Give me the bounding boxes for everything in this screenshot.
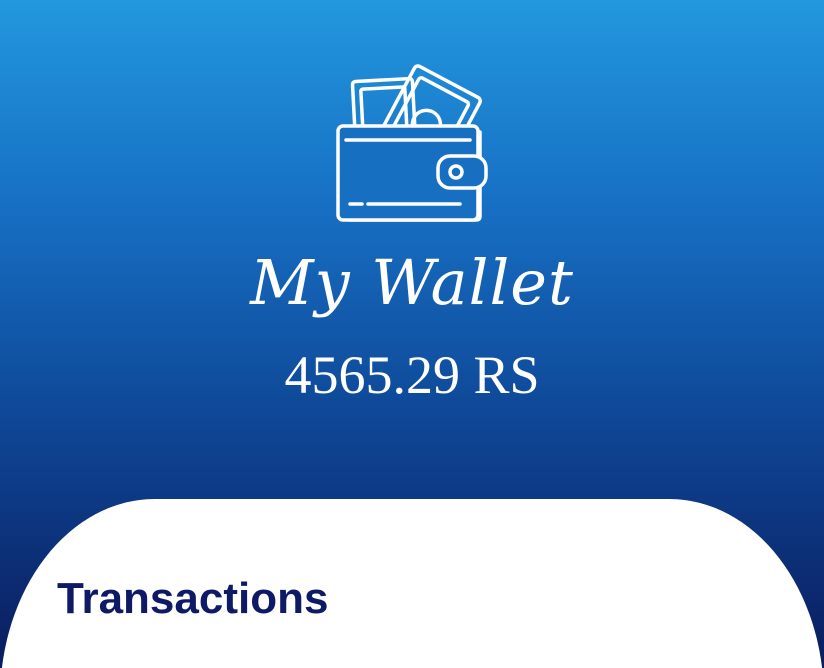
wallet-balance: 4565.29 RS xyxy=(284,345,540,405)
wallet-header: My Wallet 4565.29 RS xyxy=(0,0,824,520)
wallet-icon xyxy=(336,64,488,222)
transactions-panel: Transactions xyxy=(0,499,824,668)
page-title: My Wallet xyxy=(250,246,574,319)
transactions-heading: Transactions xyxy=(57,574,329,623)
